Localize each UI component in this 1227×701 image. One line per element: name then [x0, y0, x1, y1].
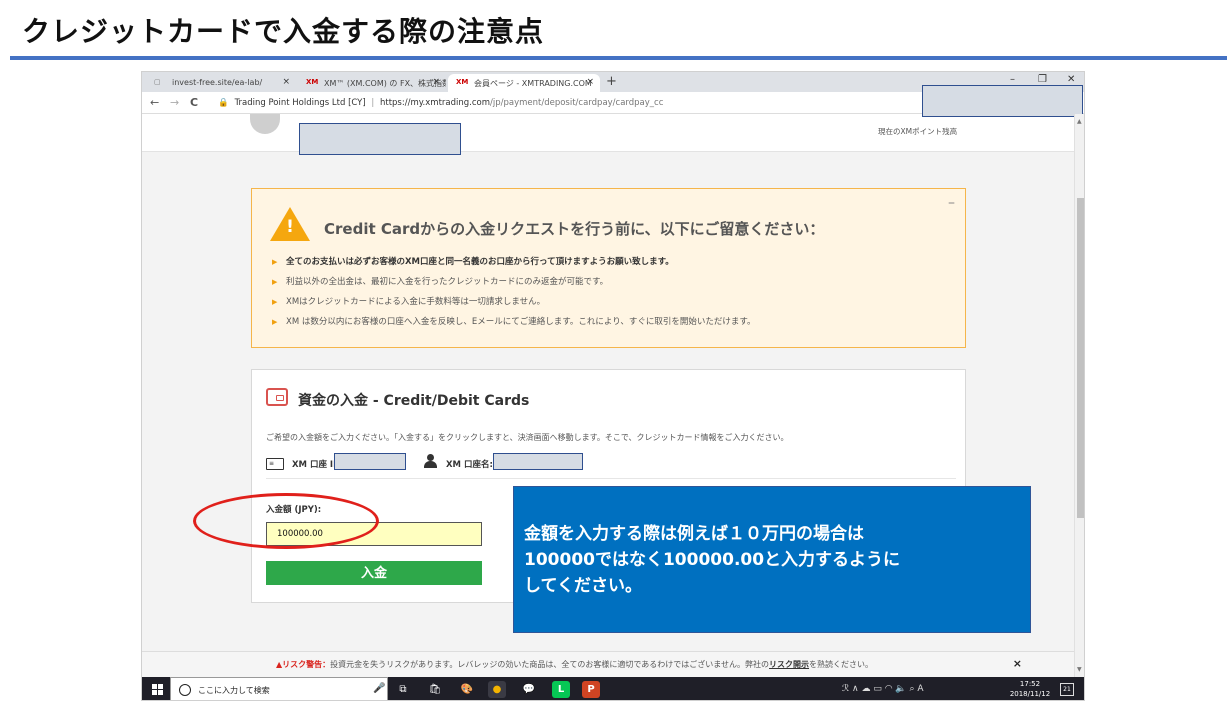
list-item: 利益以外の全出金は、最初に入金を行ったクレジットカードにのみ返金が可能です。: [272, 275, 952, 295]
tab-xm-home[interactable]: XM XM™ (XM.COM) の FX、株式指数 ×: [298, 74, 446, 92]
risk-warning-text: ▲リスク警告：投資元金を失うリスクがあります。レバレッジの効いた商品は、全てのお…: [276, 659, 873, 670]
cortana-icon: [179, 684, 191, 696]
callout-note: 金額を入力する際は例えば１０万円の場合は 100000ではなく100000.00…: [513, 486, 1031, 633]
windows-start-icon[interactable]: [152, 684, 163, 695]
powerpoint-icon[interactable]: P: [582, 681, 600, 698]
wallet-icon: [266, 388, 288, 406]
highlight-ring: [193, 493, 379, 549]
risk-disclosure-link[interactable]: リスク開示: [769, 660, 809, 669]
account-name-label: XM 口座名:: [446, 460, 493, 470]
url-separator: |: [371, 98, 375, 108]
risk-warning-bar: ▲リスク警告：投資元金を失うリスクがあります。レバレッジの効いた商品は、全てのお…: [142, 651, 1074, 677]
avatar: [250, 114, 280, 134]
page-icon: ▢: [154, 78, 161, 86]
chrome-icon[interactable]: ●: [488, 681, 506, 698]
account-id-label: XM 口座 ID: [292, 460, 341, 470]
deposit-button[interactable]: 入金: [266, 561, 482, 585]
warning-title: Credit Cardからの入金リクエストを行う前に、以下にご留意ください：: [324, 220, 825, 238]
id-card-icon: ≡: [266, 458, 284, 470]
user-icon: [424, 454, 437, 470]
window-close-icon[interactable]: ✕: [1067, 74, 1075, 85]
divider: [266, 478, 956, 479]
forward-icon[interactable]: →: [170, 96, 179, 109]
collapse-icon[interactable]: –: [948, 195, 955, 211]
xm-favicon-icon: XM: [456, 78, 469, 86]
tab-label: 会員ページ - XMTRADING.COM: [474, 79, 592, 88]
risk-suffix: を熟読ください。: [809, 660, 874, 669]
risk-label: リスク警告：: [282, 660, 331, 669]
warning-panel: ! – Credit Cardからの入金リクエストを行う前に、以下にご留意くださ…: [251, 188, 966, 348]
risk-close-icon[interactable]: ×: [1013, 657, 1022, 670]
search-placeholder: ここに入力して検索: [198, 686, 270, 695]
deposit-instructions: ご希望の入金額をご入力ください。「入金する」をクリックしますと、決済画面へ移動し…: [266, 433, 789, 442]
line-icon[interactable]: L: [552, 681, 570, 698]
tab-close-icon[interactable]: ×: [432, 77, 440, 87]
store-icon[interactable]: 🛍: [426, 681, 444, 698]
page-scrollbar[interactable]: ▲ ▼: [1074, 114, 1084, 677]
deposit-title: 資金の入金 - Credit/Debit Cards: [298, 393, 530, 409]
system-tray-icons[interactable]: ℛ ∧ ☁ ▭ ◠ 🔈 ⌕ A: [842, 684, 924, 694]
task-view-icon[interactable]: ⧉: [394, 681, 412, 698]
list-item: XM は数分以内にお客様の口座へ入金を反映し、Eメールにてご連絡します。これによ…: [272, 315, 952, 335]
tab-close-icon[interactable]: ×: [282, 77, 290, 87]
clock-date: 2018/11/12: [1009, 690, 1051, 698]
title-underline: [10, 56, 1227, 60]
windows-taskbar: ここに入力して検索 🎤 ⧉ 🛍 🎨 ● 💬 L P ℛ ∧ ☁ ▭ ◠ 🔈 ⌕ …: [142, 677, 1084, 700]
site-identity: Trading Point Holdings Ltd [CY]: [234, 98, 366, 108]
restore-icon[interactable]: ❐: [1038, 74, 1047, 85]
page-header: 現在のXMポイント残高: [142, 114, 1074, 152]
redacted-username: [299, 123, 461, 155]
reload-icon[interactable]: C: [190, 96, 198, 109]
notification-icon[interactable]: 21: [1060, 683, 1074, 696]
xm-favicon-icon: XM: [306, 78, 319, 86]
callout-line: してください。: [524, 576, 642, 596]
callout-line: 100000ではなく100000.00と入力するように: [524, 550, 901, 570]
url-path: /jp/payment/deposit/cardpay/cardpay_cc: [490, 98, 664, 108]
taskbar-clock[interactable]: 17:52 2018/11/12: [1008, 679, 1052, 699]
list-item: 全てのお支払いは必ずお客様のXM口座と同一名義のお口座から行って頂けますようお願…: [272, 255, 952, 275]
minimize-icon[interactable]: –: [1010, 74, 1015, 85]
lock-icon: 🔒: [218, 98, 229, 108]
warning-exclamation: !: [286, 217, 294, 237]
slide-title: クレジットカードで入金する際の注意点: [22, 15, 545, 48]
tab-label: XM™ (XM.COM) の FX、株式指数: [324, 79, 446, 88]
back-icon[interactable]: ←: [150, 96, 159, 109]
redacted-account-name: [493, 453, 583, 470]
messenger-icon[interactable]: 💬: [520, 681, 538, 698]
callout-line: 金額を入力する際は例えば１０万円の場合は: [524, 524, 864, 544]
redacted-account-id: [334, 453, 406, 470]
tab-label: invest-free.site/ea-lab/: [172, 78, 263, 87]
tab-member-page[interactable]: XM 会員ページ - XMTRADING.COM ×: [448, 74, 600, 92]
new-tab-icon[interactable]: +: [606, 74, 617, 89]
tab-invest-free[interactable]: ▢ invest-free.site/ea-lab/ ×: [146, 74, 296, 92]
tab-close-icon[interactable]: ×: [586, 77, 594, 87]
url-domain: https://my.xmtrading.com: [379, 98, 490, 108]
url-field[interactable]: 🔒 Trading Point Holdings Ltd [CY] | https…: [218, 98, 663, 108]
scroll-thumb[interactable]: [1077, 198, 1084, 518]
list-item: XMはクレジットカードによる入金に手数料等は一切請求しません。: [272, 295, 952, 315]
paint-icon[interactable]: 🎨: [458, 681, 476, 698]
scroll-up-icon[interactable]: ▲: [1077, 118, 1082, 125]
taskbar-search[interactable]: ここに入力して検索 🎤: [170, 677, 388, 700]
warning-list: 全てのお支払いは必ずお客様のXM口座と同一名義のお口座から行って頂けますようお願…: [272, 255, 952, 335]
risk-body: 投資元金を失うリスクがあります。レバレッジの効いた商品は、全てのお客様に適切であ…: [330, 660, 770, 669]
points-caption: 現在のXMポイント残高: [878, 127, 958, 136]
redacted-points: [922, 85, 1083, 117]
clock-time: 17:52: [1019, 680, 1041, 688]
microphone-icon[interactable]: 🎤: [373, 683, 385, 694]
scroll-down-icon[interactable]: ▼: [1077, 666, 1082, 673]
